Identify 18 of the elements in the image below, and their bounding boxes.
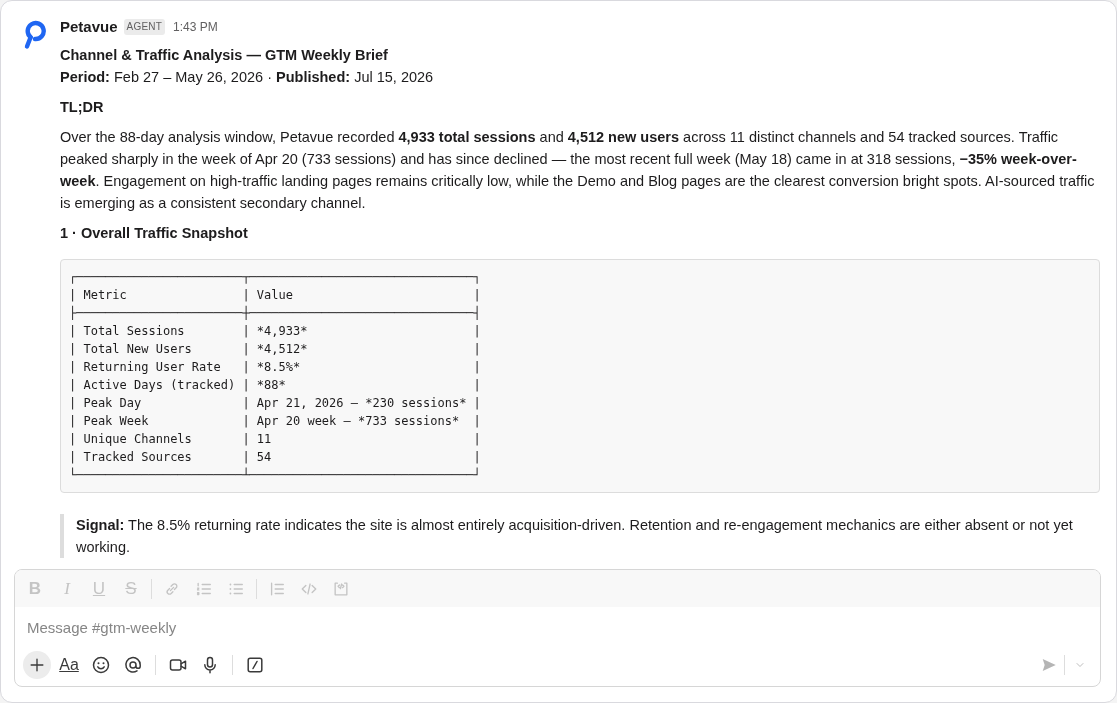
timestamp: 1:43 PM: [173, 19, 218, 36]
text-format-button[interactable]: Aa: [55, 656, 83, 674]
section-heading: TL;DR: [60, 98, 105, 117]
author-name: Petavue: [60, 17, 118, 37]
section-heading: 1 · Overall Traffic Snapshot: [60, 224, 249, 243]
agent-badge: AGENT: [123, 19, 165, 35]
add-button[interactable]: [23, 651, 51, 679]
message-input[interactable]: Message #gtm-weekly: [15, 607, 1100, 647]
code-block: ┌───────────────────────┬───────────────────────────────┐ | Metric | Value | ├───────────────────────┼───────────────────────────────┤ | Total Sessions | *4,933* | | Total New Users | *4,512* | | Returning User Rate | *8.5%* | | Active Days (tracked) | *88* | | Peak Day | Apr 21, 2026 — *230 sessions* | | Peak Week | Apr 20 week — *733 sessions* | | Unique Channels | 11 | | Tracked Sources | 54 | └───────────────────────┴───────────────────────────────┘: [60, 259, 1100, 493]
message-paragraph: Period: Feb 27 – May 26, 2026 · Published: Jul 15, 2026: [60, 68, 435, 87]
plus-icon: [28, 656, 46, 674]
emoji-icon[interactable]: [91, 655, 111, 675]
message-title: Channel & Traffic Analysis — GTM Weekly Brief: [60, 46, 389, 65]
mention-icon[interactable]: [123, 655, 143, 675]
message-paragraph: Over the 88-day analysis window, Petavue recorded 4,933 total sessions and 4,512 new users across 11 distinct channels and 54 tracked sources. Traffic peaked sharply in the week of Apr 20 (733 sessions) and has since declined — the most recent full week (May 18) came in at 318 sessions, −35% week-over-week. Engagement on high-traffic landing pages remains critically low, while the Demo and Blog pages are the clearest conversion bright spots. AI-sourced traffic is emerging as a consistent secondary channel.: [60, 128, 1096, 213]
logo-icon: [22, 20, 46, 50]
slash-command-icon[interactable]: [245, 655, 265, 675]
blockquote: Signal: The 8.5% returning rate indicates the site is almost entirely acquisition-driven. Retention and re-engagement mechanics are either absent or not yet working.: [60, 514, 1100, 558]
